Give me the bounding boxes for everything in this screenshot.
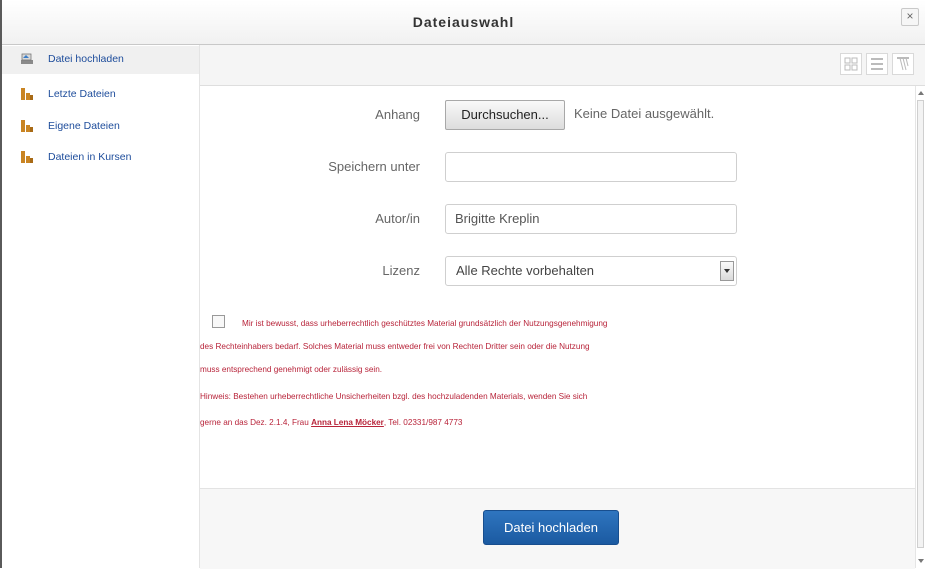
license-selected-value: Alle Rechte vorbehalten bbox=[456, 263, 595, 278]
sidebar-item-course-files[interactable]: Dateien in Kursen bbox=[2, 144, 199, 172]
consent-text-line: Mir ist bewusst, dass urheberrechtlich g… bbox=[242, 319, 608, 328]
list-view-button[interactable] bbox=[866, 53, 888, 75]
sidebar-item-private-files[interactable]: Eigene Dateien bbox=[2, 113, 199, 141]
browse-button[interactable]: Durchsuchen... bbox=[445, 100, 565, 130]
dialog-footer: Datei hochladen bbox=[200, 488, 915, 569]
contact-person-link[interactable]: Anna Lena Möcker bbox=[311, 418, 384, 427]
dialog-titlebar: Dateiauswahl × bbox=[2, 0, 925, 45]
tree-view-button[interactable] bbox=[892, 53, 914, 75]
chevron-down-icon bbox=[720, 261, 734, 281]
sidebar-item-label: Letzte Dateien bbox=[48, 88, 116, 100]
hint-contact-prefix: gerne an das Dez. 2.1.4, Frau bbox=[200, 418, 312, 427]
author-input[interactable]: Brigitte Kreplin bbox=[445, 204, 737, 234]
author-label: Autor/in bbox=[375, 211, 420, 226]
repository-icon bbox=[21, 88, 33, 100]
repository-icon bbox=[21, 151, 33, 163]
scroll-down-icon[interactable] bbox=[917, 557, 925, 565]
consent-text-line: des Rechteinhabers bedarf. Solches Mater… bbox=[200, 342, 590, 351]
scroll-up-icon[interactable] bbox=[917, 89, 925, 97]
hint-contact-line: gerne an das Dez. 2.1.4, Frau Anna Lena … bbox=[200, 418, 462, 427]
sidebar-item-recent-files[interactable]: Letzte Dateien bbox=[2, 81, 199, 109]
no-file-text: Keine Datei ausgewählt. bbox=[574, 106, 715, 121]
license-select[interactable]: Alle Rechte vorbehalten bbox=[445, 256, 737, 286]
upload-file-button[interactable]: Datei hochladen bbox=[483, 510, 619, 545]
sidebar-item-label: Datei hochladen bbox=[48, 53, 124, 65]
dialog-title: Dateiauswahl bbox=[412, 14, 515, 30]
copyright-consent-checkbox[interactable] bbox=[212, 315, 225, 328]
scrollbar-thumb[interactable] bbox=[917, 100, 924, 548]
view-toolbar bbox=[200, 45, 925, 86]
file-picker-dialog: Dateiauswahl × Datei hochladen Letzte Da… bbox=[0, 0, 925, 569]
repository-icon bbox=[21, 120, 33, 132]
tree-view-icon bbox=[897, 57, 909, 71]
hint-text-line: Hinweis: Bestehen urheberrechtliche Unsi… bbox=[200, 392, 588, 401]
sidebar-item-upload[interactable]: Datei hochladen bbox=[2, 46, 199, 74]
repository-sidebar: Datei hochladen Letzte Dateien Eigene Da… bbox=[2, 45, 200, 568]
close-button[interactable]: × bbox=[901, 8, 919, 26]
consent-text-line: muss entsprechend genehmigt oder zulässi… bbox=[200, 365, 383, 374]
license-label: Lizenz bbox=[382, 263, 420, 278]
list-view-icon bbox=[871, 58, 883, 70]
upload-icon bbox=[21, 53, 33, 64]
grid-view-icon bbox=[844, 57, 858, 71]
sidebar-item-label: Eigene Dateien bbox=[48, 120, 120, 132]
grid-view-button[interactable] bbox=[840, 53, 862, 75]
save-as-label: Speichern unter bbox=[328, 159, 420, 174]
vertical-scrollbar[interactable] bbox=[915, 86, 925, 568]
sidebar-item-label: Dateien in Kursen bbox=[48, 151, 132, 163]
save-as-input[interactable] bbox=[445, 152, 737, 182]
attachment-label: Anhang bbox=[375, 107, 420, 122]
hint-contact-suffix: , Tel. 02331/987 4773 bbox=[383, 418, 463, 427]
